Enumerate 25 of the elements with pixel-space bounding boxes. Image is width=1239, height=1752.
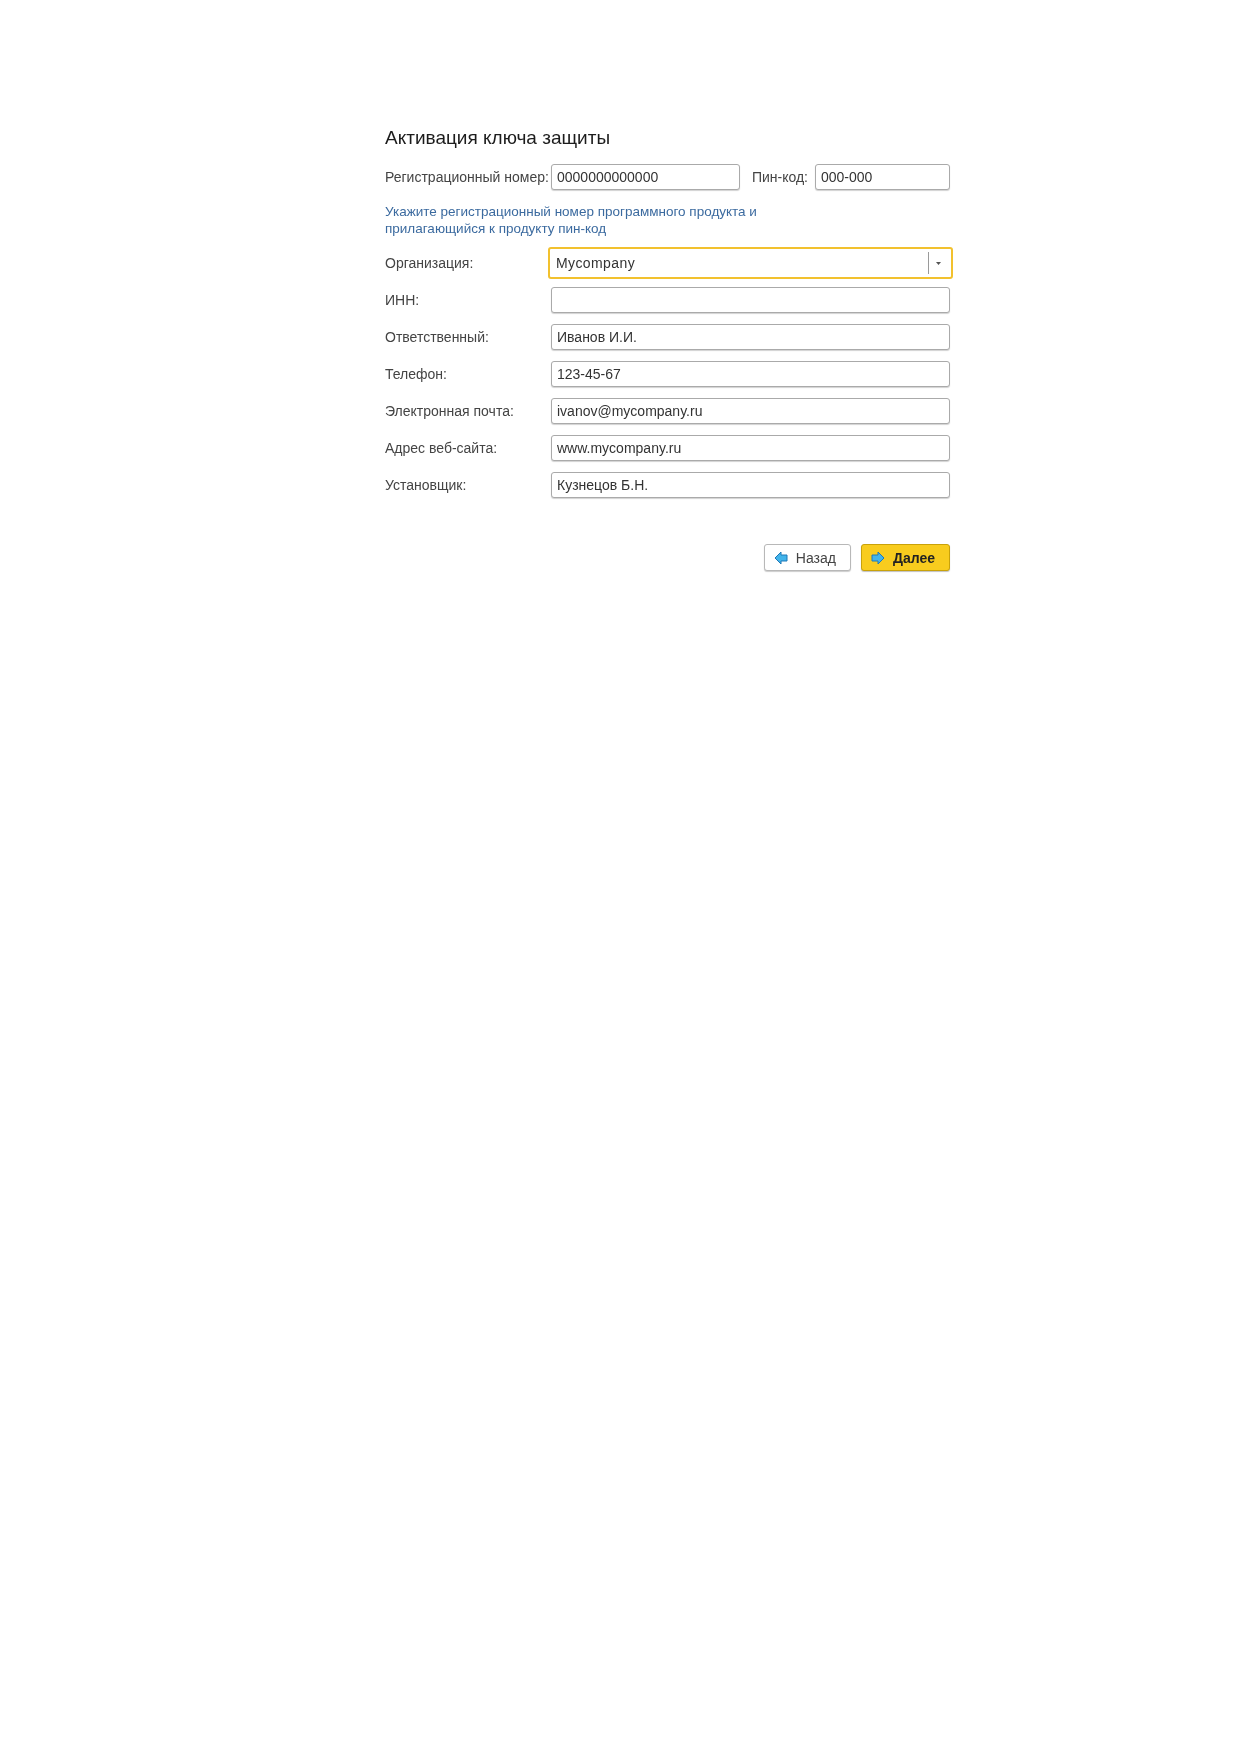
field-label: ИНН: — [385, 291, 421, 309]
pin-code-field[interactable]: 000-000 — [815, 164, 950, 190]
input-field[interactable]: 123-45-67 — [551, 361, 950, 387]
input-field[interactable]: www.mycompany.ru — [551, 435, 950, 461]
dropdown-field[interactable]: Mycompany — [548, 247, 953, 279]
hint-text: Укажите регистрационный номер программного продукта и прилагающийся к продукту пин-код — [385, 203, 758, 237]
left-arrow-icon — [773, 550, 788, 565]
registration-number-field[interactable]: 0000000000000 — [551, 164, 740, 190]
field-label: Адрес веб-сайта: — [385, 439, 499, 457]
input-field[interactable] — [551, 287, 950, 313]
input-field[interactable]: Кузнецов Б.Н. — [551, 472, 950, 498]
dropdown-arrow-icon[interactable] — [936, 261, 941, 265]
form-title: Активация ключа защиты — [385, 126, 611, 150]
field-label: Электронная почта: — [385, 402, 515, 420]
input-field[interactable]: ivanov@mycompany.ru — [551, 398, 950, 424]
field-label: Организация: — [385, 254, 475, 272]
right-arrow-icon — [870, 550, 885, 565]
back-button[interactable]: Назад — [763, 544, 851, 571]
field-label: Ответственный: — [385, 328, 490, 346]
next-button[interactable]: Далее — [860, 544, 950, 571]
field-label: Регистрационный номер: — [385, 168, 550, 186]
field-label: Телефон: — [385, 365, 448, 383]
input-field[interactable]: Иванов И.И. — [551, 324, 950, 350]
field-label: Установщик: — [385, 476, 468, 494]
field-label: Пин-код: — [751, 168, 808, 186]
